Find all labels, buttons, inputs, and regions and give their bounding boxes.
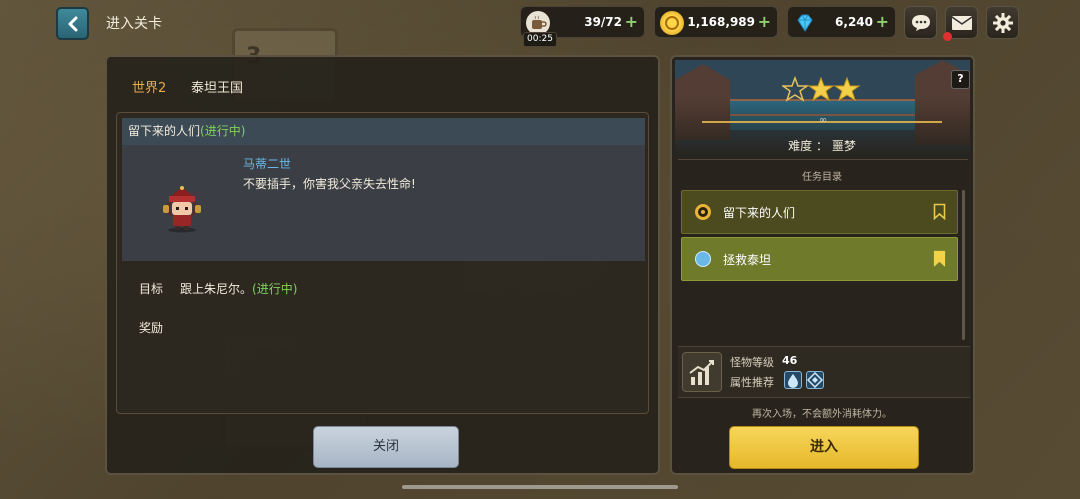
task-label: 拯救泰坦	[723, 253, 772, 267]
gold-coin-icon	[660, 11, 684, 35]
world-tag: 世界2	[132, 81, 167, 96]
back-button[interactable]	[56, 7, 89, 40]
bookmark-filled-icon	[933, 250, 946, 267]
page-title: 进入关卡	[106, 16, 162, 32]
divider	[678, 159, 968, 160]
stamina-notice: 再次入场，不会额外消耗体力。	[752, 409, 892, 420]
mail-icon	[951, 15, 972, 30]
quest-box: 留下来的人们(进行中) 马蒂二世 不要插手，你害我父亲失去性命! 目标 跟上朱尼…	[116, 112, 649, 414]
settings-button[interactable]	[986, 6, 1019, 39]
close-button[interactable]: 关闭	[313, 426, 459, 468]
help-button[interactable]: ?	[951, 70, 970, 89]
add-gems-button[interactable]: +	[876, 12, 889, 31]
task-list-scrollbar[interactable]	[962, 190, 965, 340]
add-stamina-button[interactable]: +	[625, 12, 638, 31]
enter-stage-button[interactable]: 进入	[729, 426, 919, 469]
stamina-timer: 00:25	[523, 32, 557, 47]
bookmark-outline-icon	[933, 203, 946, 220]
goal-description: 跟上朱尼尔。	[180, 282, 253, 296]
task-list-title: 任务目录	[802, 172, 842, 183]
world-name: 泰坦王国	[191, 81, 244, 96]
quest-detail-panel: 世界2 泰坦王国 留下来的人们(进行中) 马蒂二世 不要插手，你害我父亲失去性命…	[105, 55, 660, 475]
mail-button[interactable]	[943, 6, 978, 41]
chevron-left-icon	[68, 16, 77, 31]
home-indicator[interactable]	[402, 485, 678, 489]
divider-ornament-icon: ∞	[818, 115, 828, 126]
npc-dialog-area: 马蒂二世 不要插手，你害我父亲失去性命!	[122, 145, 645, 261]
stamina-value: 39/72	[584, 15, 622, 29]
star-filled-icon	[833, 76, 861, 102]
gem-value: 6,240	[835, 15, 873, 29]
goal-text: 跟上朱尼尔。(进行中)	[180, 280, 297, 297]
difficulty-row: 难度 ： 噩梦	[672, 137, 972, 154]
task-label: 留下来的人们	[723, 206, 796, 220]
quest-title: 留下来的人们	[128, 124, 201, 138]
diamond-icon	[793, 11, 817, 35]
star-filled-icon	[807, 76, 835, 102]
gear-icon	[992, 12, 1013, 33]
current-task-icon	[695, 204, 711, 220]
goal-status: (进行中)	[252, 282, 298, 296]
difficulty-label: 难度	[788, 139, 813, 153]
chat-button[interactable]	[904, 6, 937, 39]
quest-status: (进行中)	[200, 124, 246, 138]
gold-counter[interactable]: 1,168,989 +	[654, 6, 778, 38]
notification-dot	[943, 32, 952, 41]
task-dot-icon	[695, 251, 711, 267]
npc-portrait	[156, 183, 208, 233]
level-chart-icon	[682, 352, 722, 392]
task-item-current[interactable]: 留下来的人们	[681, 190, 958, 234]
stage-info-row: 怪物等级 46 属性推荐	[678, 346, 970, 398]
add-gold-button[interactable]: +	[758, 12, 771, 31]
difficulty-separator: ：	[815, 139, 828, 153]
stamina-counter[interactable]: 39/72 + 00:25	[520, 6, 645, 47]
star-empty-icon	[782, 76, 810, 102]
quest-header: 留下来的人们(进行中)	[122, 118, 645, 145]
water-attribute-icon[interactable]	[784, 371, 802, 389]
attribute-label: 属性推荐	[730, 376, 774, 389]
chat-bubble-icon	[911, 14, 930, 31]
arcane-attribute-icon[interactable]	[806, 371, 824, 389]
npc-dialog-text: 不要插手，你害我父亲失去性命!	[243, 177, 416, 191]
gem-counter[interactable]: 6,240 +	[787, 6, 896, 38]
monster-level-label: 怪物等级	[730, 356, 774, 369]
stage-star-rating	[782, 76, 861, 102]
monster-level-value: 46	[782, 354, 798, 367]
task-item-selected[interactable]: 拯救泰坦	[681, 237, 958, 281]
difficulty-value: 噩梦	[831, 139, 856, 153]
gold-value: 1,168,989	[687, 15, 755, 29]
reward-label: 奖励	[139, 321, 164, 335]
stage-info-panel: ? ∞ 难度 ： 噩梦 任务目录 留下来的人们 拯救泰坦 怪物等级 46 属性推…	[670, 55, 975, 475]
goal-label: 目标	[139, 282, 164, 296]
npc-name: 马蒂二世	[243, 157, 292, 171]
